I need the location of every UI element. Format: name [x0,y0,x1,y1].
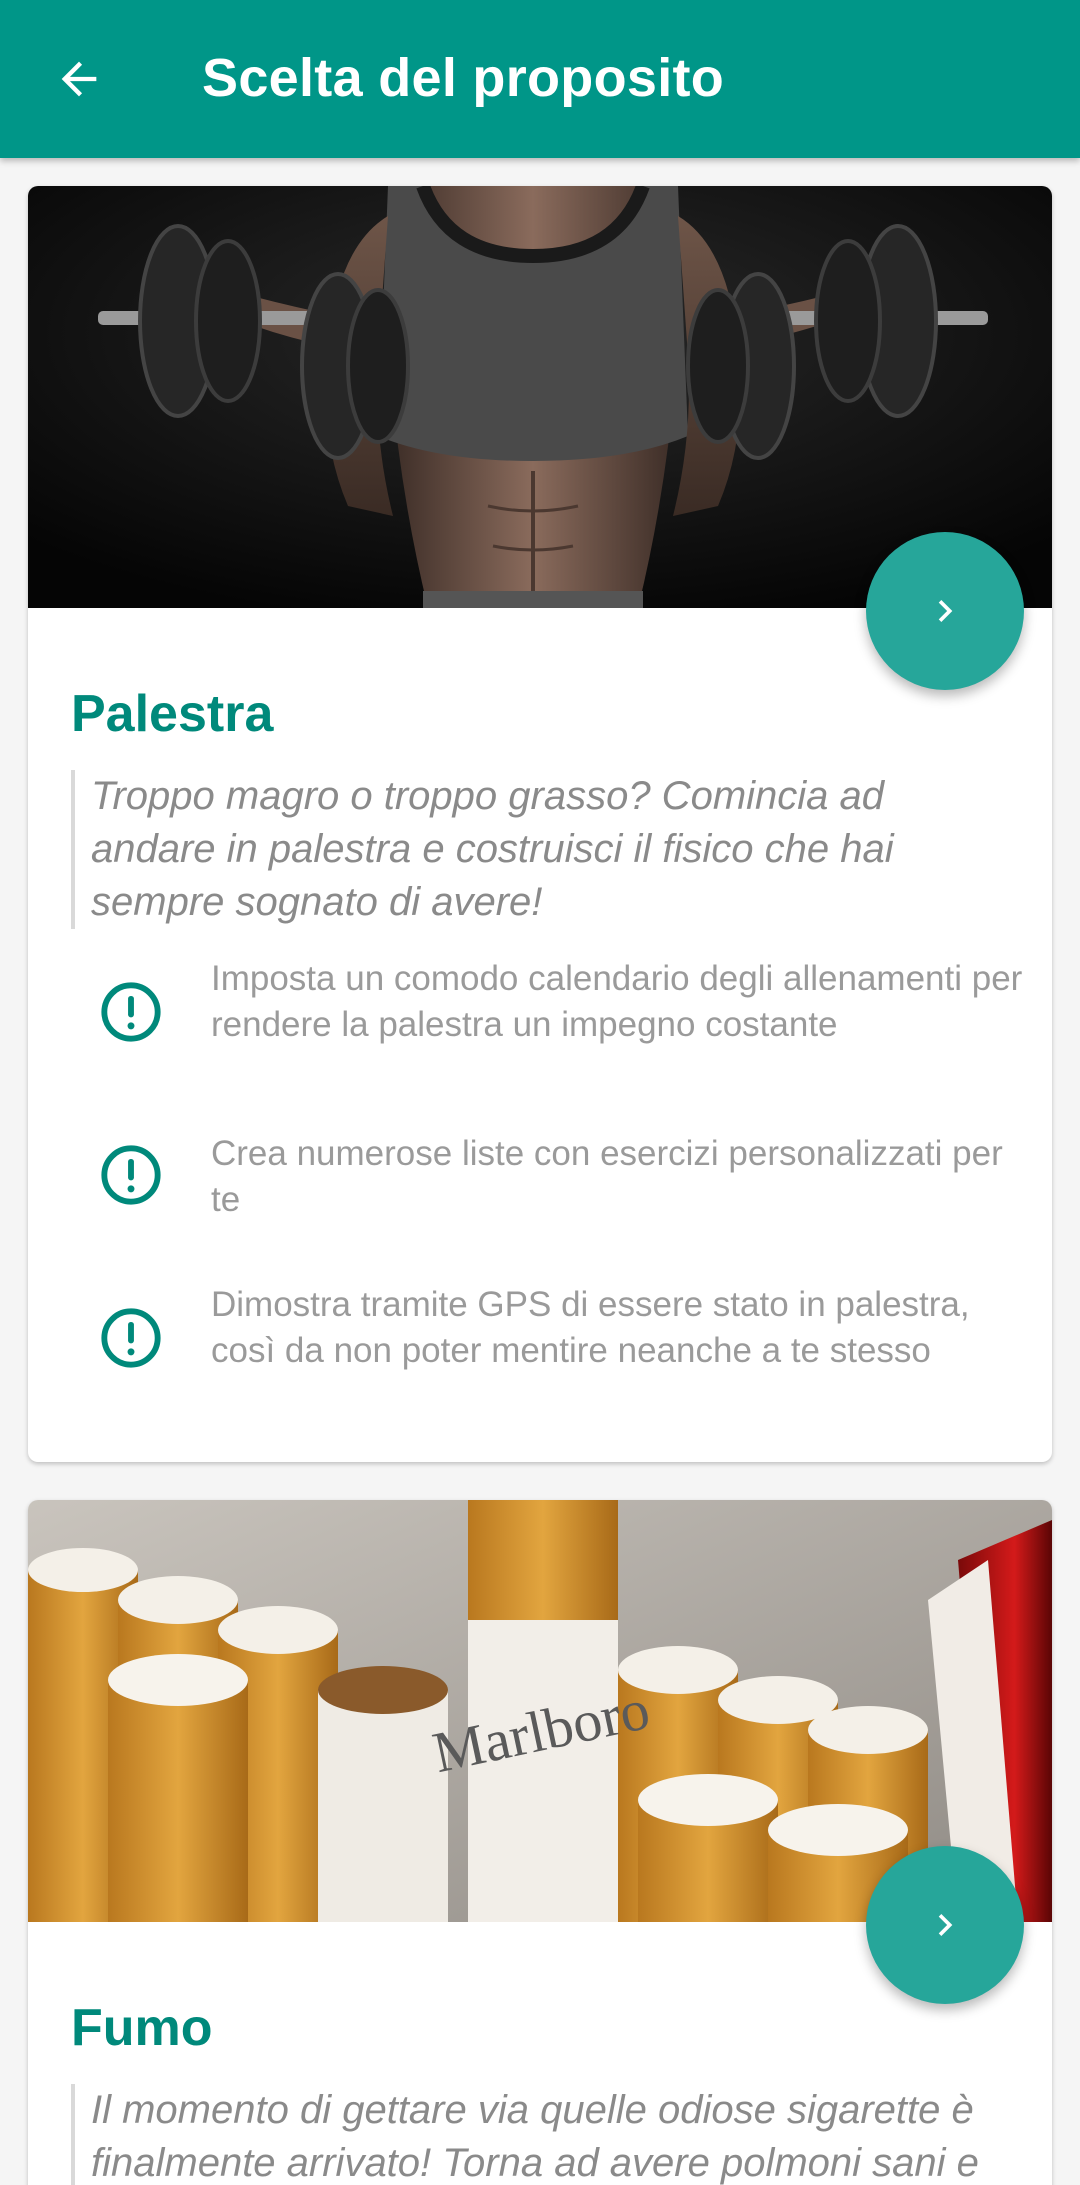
goal-card-fumo[interactable]: Marlboro Fumo Il momento di gettare via … [28,1500,1052,2185]
page-title: Scelta del proposito [202,48,725,108]
goals-list[interactable]: Palestra Troppo magro o troppo grasso? C… [0,158,1080,2185]
select-goal-button[interactable] [866,532,1024,690]
feature-item: Imposta un comodo calendario degli allen… [71,956,1031,1096]
goal-description: Troppo magro o troppo grasso? Comincia a… [71,770,1011,929]
chevron-right-icon [938,1914,953,1936]
goal-card-palestra[interactable]: Palestra Troppo magro o troppo grasso? C… [28,186,1052,1462]
cigarettes-pack-photo: Marlboro [28,1500,1052,1922]
feature-text: Crea numerose liste con esercizi persona… [211,1134,1003,1219]
goal-title: Fumo [71,1999,213,2057]
alert-circle-icon [101,1145,161,1205]
app-bar: Scelta del proposito [0,0,1080,158]
feature-item: Dimostra tramite GPS di essere stato in … [71,1282,1031,1422]
gym-dumbbells-photo [28,186,1052,608]
select-goal-button[interactable] [866,1846,1024,2004]
feature-text: Imposta un comodo calendario degli allen… [211,959,1023,1044]
goal-title: Palestra [71,685,274,743]
alert-circle-icon [101,1308,161,1368]
goal-description: Il momento di gettare via quelle odiose … [71,2084,1011,2185]
feature-item: Crea numerose liste con esercizi persona… [71,1134,1031,1235]
back-button[interactable] [40,40,118,118]
feature-text: Dimostra tramite GPS di essere stato in … [211,1285,970,1370]
arrow-back-icon [61,61,97,97]
chevron-right-icon [938,600,953,622]
alert-circle-icon [101,982,161,1042]
